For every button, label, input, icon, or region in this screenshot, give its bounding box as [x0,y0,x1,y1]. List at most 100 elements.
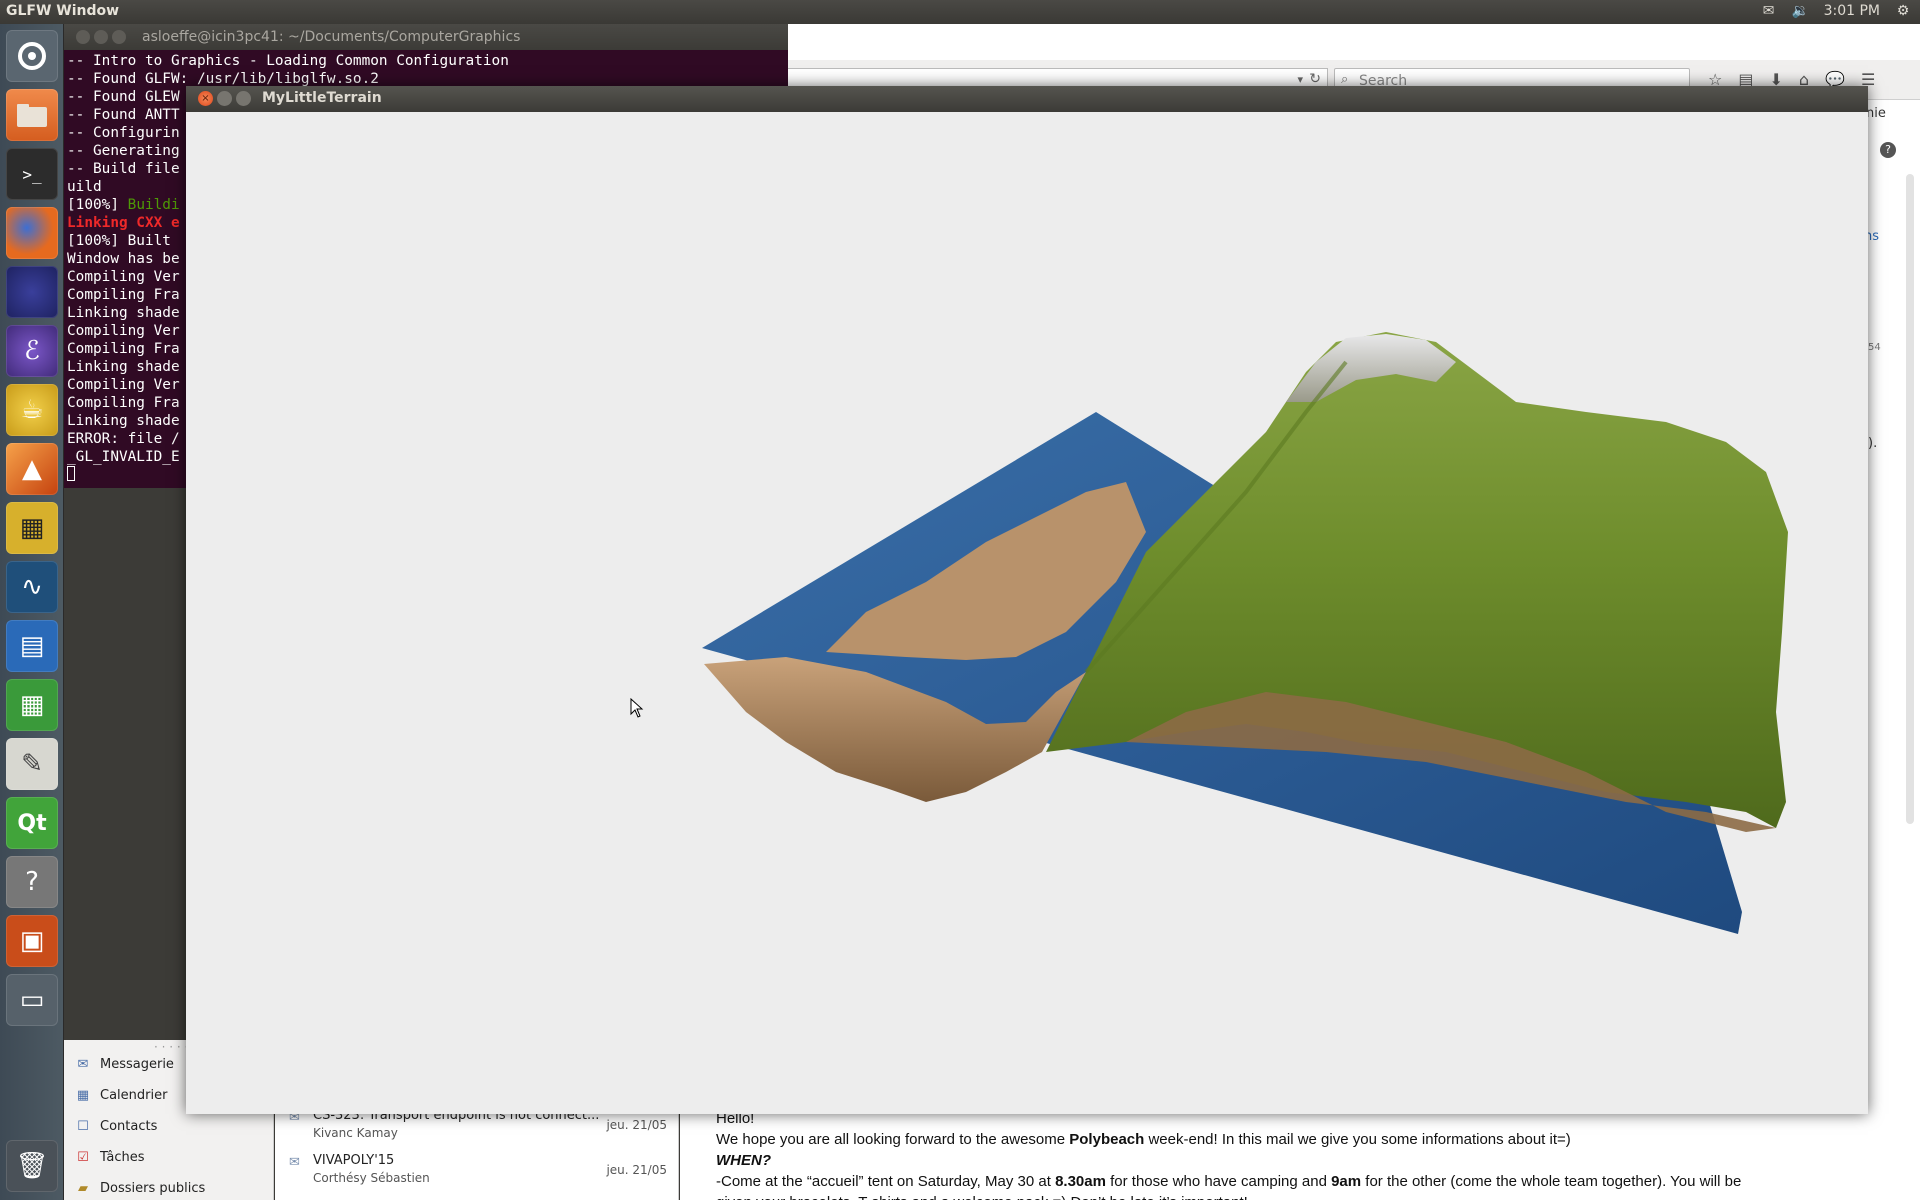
video-editor-icon[interactable]: ▦ [6,502,58,554]
matlab-icon[interactable]: ▲ [6,443,58,495]
reload-icon[interactable]: ↻ [1309,71,1321,87]
terminal-line-text: -- Found GLEW [67,89,180,105]
event-name: Polybeach [1069,1131,1145,1148]
side-text-1: nie [1866,106,1886,121]
terminal-line-text: [100%] Built [67,233,171,249]
message-list: ✉ CS-323: Transport endpoint is not conn… [275,1100,679,1200]
emacs-icon[interactable]: ℰ [6,325,58,377]
terminal-line-extra: Buildi [127,197,180,213]
pane-resize-handle[interactable]: · · · · · [154,1040,188,1054]
workspace-switcher-icon[interactable]: ▭ [6,974,58,1026]
message-body[interactable]: Hello! We hope you are all looking forwa… [680,1100,1920,1200]
folder-label: Messagerie [100,1056,174,1072]
volume-icon[interactable]: 🔉 [1792,2,1810,20]
clock[interactable]: 3:01 PM [1824,3,1880,19]
terminal-titlebar[interactable]: asloeffe@icin3pc41: ~/Documents/Computer… [64,24,788,50]
folder-taches[interactable]: ☑ Tâches [74,1149,145,1165]
dropdown-arrow-icon[interactable]: ▾ [1297,73,1303,86]
help-icon[interactable]: ? [1880,142,1896,158]
side-text-3: 54 [1868,342,1881,353]
terminal-line-text: -- Found ANTT [67,107,180,123]
message-sender: Kivanc Kamay [313,1126,398,1140]
when-label: WHEN? [716,1152,771,1169]
terminal-line-text: Linking shade [67,359,180,375]
firefox-icon[interactable] [6,207,58,259]
terminal-line-text: [100%] [67,197,128,213]
folder-dossiers-publics[interactable]: ▰ Dossiers publics [74,1180,205,1196]
help-icon[interactable]: ? [6,856,58,908]
contacts-icon: ☐ [77,1118,89,1134]
terminal-line-text: Linking shade [67,413,180,429]
message-date: jeu. 21/05 [606,1118,667,1132]
time-1: 8.30am [1055,1173,1106,1190]
minimize-icon[interactable] [94,30,108,44]
browser-scrollbar[interactable] [1906,174,1914,824]
close-icon[interactable]: × [198,91,213,106]
mouse-cursor-icon [630,698,644,718]
top-panel: GLFW Window ✉ 🔉 3:01 PM ⚙ [0,0,1920,24]
maximize-icon[interactable] [112,30,126,44]
message-sender: Corthésy Sébastien [313,1171,430,1185]
render-viewport[interactable] [186,112,1868,1114]
close-icon[interactable] [76,30,90,44]
maximize-icon[interactable] [236,91,251,106]
files-icon[interactable] [6,89,58,141]
dash-home-icon[interactable] [6,30,58,82]
terminal-line-text: Linking CXX e [67,215,180,231]
terminal-line-text: Compiling Ver [67,377,180,393]
terrain-render [702,332,1788,934]
terminal-line-text: -- Generating [67,143,180,159]
folder-label: Dossiers publics [100,1180,206,1196]
folder-label: Contacts [100,1118,158,1134]
plotting-app-icon[interactable]: ∿ [6,561,58,613]
time-2: 9am [1331,1173,1362,1190]
terminal-title: asloeffe@icin3pc41: ~/Documents/Computer… [142,29,521,45]
terminal-line: -- Intro to Graphics - Loading Common Co… [67,52,788,70]
message-row[interactable]: ✉ VIVAPOLY'15 Corthésy Sébastien jeu. 21… [275,1151,679,1191]
side-text-4: ). [1868,436,1878,451]
terminal-line-text: -- Configurin [67,125,180,141]
folder-contacts[interactable]: ☐ Contacts [74,1118,157,1134]
terminal-line-text: Compiling Fra [67,395,180,411]
folder-messagerie[interactable]: ✉ Messagerie [74,1056,174,1072]
minimize-icon[interactable] [217,91,232,106]
text-segment: for the other (come the whole team toget… [1361,1173,1742,1190]
text-segment: -Come at the “accueil” tent on Saturday,… [716,1173,1056,1190]
terrain-titlebar[interactable]: × MyLittleTerrain [186,86,1868,112]
qt-creator-icon[interactable]: Qt [6,797,58,849]
writer-icon[interactable]: ▤ [6,620,58,672]
terminal-line-text: -- Build file [67,161,180,177]
impress-icon[interactable]: ▣ [6,915,58,967]
calc-icon[interactable]: ▦ [6,679,58,731]
teapot-icon[interactable]: ☕ [6,384,58,436]
terminal-line-text: Compiling Ver [67,269,180,285]
when-heading: WHEN? [716,1150,1920,1171]
body-line-3: -Come at the “accueil” tent on Saturday,… [716,1171,1920,1192]
text-segment: We hope you are all looking forward to t… [716,1131,1070,1148]
text-editor-icon[interactable]: ✎ [6,738,58,790]
terminal-line-text: -- Intro to Graphics - Loading Common Co… [67,53,509,69]
terminal-line-text: _GL_INVALID_E [67,449,180,465]
launcher: >_ ℰ ☕ ▲ ▦ ∿ ▤ ▦ ✎ Qt ? ▣ ▭ 🗑 [0,24,64,1200]
folder-label: Tâches [100,1149,145,1165]
gear-icon[interactable]: ⚙ [1894,2,1912,20]
system-tray: ✉ 🔉 3:01 PM ⚙ [1760,2,1912,20]
mail-icon[interactable]: ✉ [1760,2,1778,20]
terminal-line-text: Window has be [67,251,180,267]
terminal-icon[interactable]: >_ [6,148,58,200]
search-icon: ⌕ [1341,72,1349,87]
tasks-icon: ☑ [77,1149,89,1165]
terminal-line-text: Compiling Fra [67,341,180,357]
text-segment: for those who have camping and [1105,1173,1332,1190]
folder-calendrier[interactable]: ▦ Calendrier [74,1087,168,1103]
message-date: jeu. 21/05 [606,1163,667,1177]
eclipse-icon[interactable] [6,266,58,318]
body-line-1: We hope you are all looking forward to t… [716,1129,1920,1150]
calendar-icon: ▦ [76,1087,90,1103]
folder-icon: ▰ [78,1180,88,1196]
terminal-line-text: Linking shade [67,305,180,321]
trash-icon[interactable]: 🗑 [6,1140,58,1192]
terrain-window: × MyLittleTerrain [186,86,1868,1114]
terminal-line-text: ERROR: file / [67,431,180,447]
body-line-4: given your bracelets, T-shirts and a wel… [716,1192,1920,1200]
